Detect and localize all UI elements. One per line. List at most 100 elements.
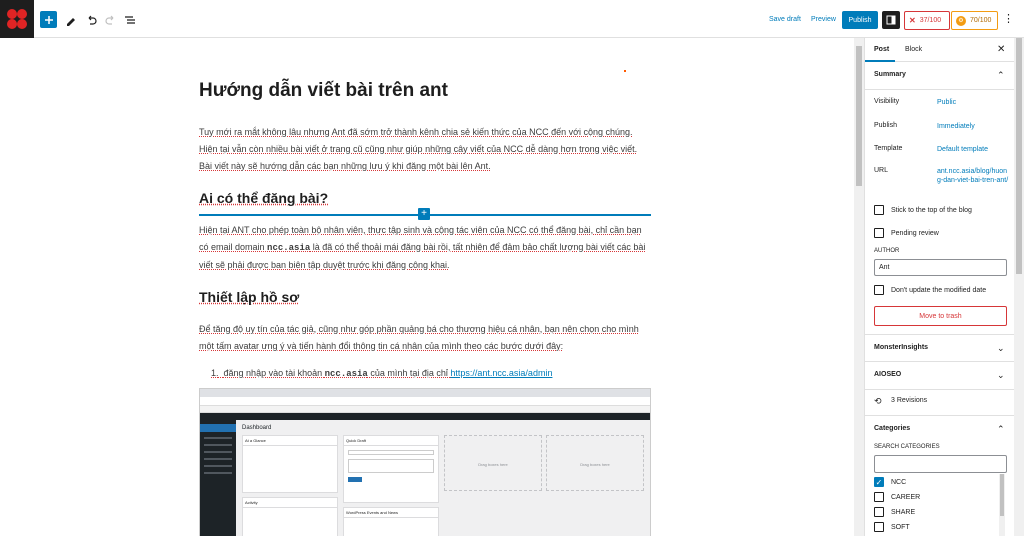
categories-scrollbar[interactable] [999, 474, 1005, 536]
embed-activity-title: Activity [243, 498, 337, 508]
list-text-2: của mình tại địa chỉ [367, 368, 451, 378]
embed-dropzone-2-text: Drag boxes here [580, 462, 610, 467]
tab-block[interactable]: Block [905, 46, 922, 53]
embed-glance-box: At a Glance [242, 435, 338, 493]
browser-urlbar [200, 397, 650, 406]
heading-who-can-post[interactable]: Ai có thể đăng bài? [199, 190, 328, 206]
aioseo-title: AIOSEO [874, 371, 902, 378]
pen-icon [66, 17, 75, 26]
revisions-label: 3 Revisions [891, 397, 928, 404]
categories-panel-toggle[interactable]: Categories ⌃ [865, 416, 1014, 444]
flower-logo-icon [7, 9, 27, 29]
category-career-checkbox[interactable] [874, 492, 884, 502]
search-categories-input[interactable] [874, 455, 1007, 473]
settings-sidebar: Post Block ✕ Summary ⌃ Visibility Public… [864, 38, 1014, 536]
save-draft-button[interactable]: Save draft [769, 16, 801, 23]
monsterinsights-panel-toggle[interactable]: MonsterInsights ⌄ [865, 334, 1014, 362]
monsterinsights-title: MonsterInsights [874, 344, 929, 351]
chevron-up-icon: ⌃ [997, 424, 1005, 434]
dont-update-checkbox[interactable] [874, 285, 884, 295]
preview-button[interactable]: Preview [811, 16, 836, 23]
undo-button[interactable] [82, 11, 99, 28]
embed-events-title: WordPress Events and News [344, 508, 438, 518]
tab-post[interactable]: Post [874, 46, 889, 53]
category-label: SOFT [891, 524, 910, 531]
author-label: AUTHOR [874, 248, 900, 254]
url-label: URL [874, 167, 889, 174]
embed-glance-title: At a Glance [243, 436, 337, 446]
redo-icon [104, 15, 113, 25]
embed-quickdraft-box: Quick Draft [343, 435, 439, 503]
category-share-checkbox[interactable] [874, 507, 884, 517]
editor-canvas: Hướng dẫn viết bài trên ant Tuy mới ra m… [0, 38, 854, 536]
admin-link[interactable]: https://ant.ncc.asia/admin [450, 368, 552, 378]
document-overview-button[interactable] [121, 11, 138, 28]
visibility-label: Visibility [874, 98, 900, 105]
undo-icon [88, 15, 97, 25]
publish-label: Publish [874, 122, 897, 129]
settings-toggle-button[interactable] [882, 11, 900, 29]
url-value[interactable]: ant.ncc.asia/blog/huong-dan-viet-bai-tre… [937, 167, 1009, 185]
list-view-icon [124, 15, 135, 24]
category-label: SHARE [891, 509, 916, 516]
aioseo-panel-toggle[interactable]: AIOSEO ⌄ [865, 362, 1014, 390]
aioseo-icon: ⚙ [956, 15, 966, 26]
paragraph-profile[interactable]: Để tăng độ uy tín của tác giả, cũng như … [199, 321, 651, 355]
embedded-dashboard-screenshot[interactable]: Dashboard At a Glance Quick Draft Drag b… [199, 388, 651, 536]
editor-scrollbar[interactable] [854, 38, 864, 536]
wp-admin-menu [200, 420, 236, 536]
heading-profile[interactable]: Thiết lập hồ sơ [199, 289, 299, 305]
embed-quickdraft-title: Quick Draft [344, 436, 438, 446]
redo-button[interactable] [102, 11, 119, 28]
list-item[interactable]: 1. đăng nhập vào tài khoản ncc.asia của … [211, 368, 552, 379]
chevron-up-icon: ⌃ [997, 70, 1005, 80]
embed-dropzone-1-text: Drag boxes here [478, 462, 508, 467]
add-block-button[interactable] [40, 11, 57, 28]
aioseo-score-button[interactable]: ⚙ 70/100 [951, 11, 998, 30]
plus-icon [44, 15, 53, 24]
rankmath-icon: ✕ [909, 16, 916, 25]
sidebar-icon [886, 15, 896, 25]
publish-button[interactable]: Publish [842, 11, 878, 29]
block-inserter-button[interactable]: + [418, 208, 430, 220]
template-value[interactable]: Default template [937, 145, 1009, 154]
move-to-trash-button[interactable]: Move to trash [874, 306, 1007, 326]
revisions-button[interactable]: ⟲ 3 Revisions [865, 388, 1014, 416]
paragraph-intro[interactable]: Tuy mới ra mắt không lâu nhưng Ant đã sớ… [199, 124, 651, 175]
tools-button[interactable] [62, 11, 79, 28]
stick-top-checkbox[interactable] [874, 205, 884, 215]
site-logo[interactable] [0, 0, 34, 38]
search-categories-label: SEARCH CATEGORIES [874, 444, 940, 450]
categories-title: Categories [874, 425, 911, 432]
paragraph-who[interactable]: Hiện tại ANT cho phép toàn bộ nhân viên,… [199, 222, 651, 274]
rankmath-score-button[interactable]: ✕ 37/100 [904, 11, 950, 30]
pending-review-checkbox[interactable] [874, 228, 884, 238]
browser-tabbar [200, 389, 650, 397]
category-label: NCC [891, 479, 907, 486]
more-options-icon[interactable]: ⋮ [1003, 12, 1014, 25]
sidebar-scrollbar[interactable] [1014, 38, 1024, 536]
list-domain: ncc.asia [324, 369, 368, 379]
browser-bookmarks [200, 406, 650, 413]
stick-top-label: Stick to the top of the blog [891, 207, 972, 214]
visibility-value[interactable]: Public [937, 98, 1009, 107]
list-text-1: đăng nhập vào tài khoản [223, 368, 325, 378]
publish-date-value[interactable]: Immediately [937, 122, 1009, 131]
top-toolbar: Save draft Preview Publish ✕ 37/100 ⚙ 70… [0, 0, 1024, 38]
pending-review-label: Pending review [891, 230, 939, 237]
aioseo-score-value: 70/100 [970, 17, 992, 24]
close-icon[interactable]: ✕ [997, 44, 1005, 55]
category-soft-checkbox[interactable] [874, 522, 884, 532]
list-number: 1. [211, 368, 219, 378]
author-field[interactable]: Ant [874, 259, 1007, 276]
embed-dashboard-title: Dashboard [242, 425, 272, 431]
wp-adminbar [200, 413, 650, 420]
dont-update-label: Don't update the modified date [891, 287, 987, 294]
embed-events-box: WordPress Events and News [343, 507, 439, 536]
template-label: Template [874, 145, 903, 152]
embed-dropzone-2: Drag boxes here [546, 435, 644, 491]
category-ncc-checkbox[interactable]: ✓ [874, 477, 884, 487]
summary-panel-toggle[interactable]: Summary ⌃ [865, 62, 1014, 90]
post-title[interactable]: Hướng dẫn viết bài trên ant [199, 80, 448, 102]
summary-title: Summary [874, 71, 906, 78]
